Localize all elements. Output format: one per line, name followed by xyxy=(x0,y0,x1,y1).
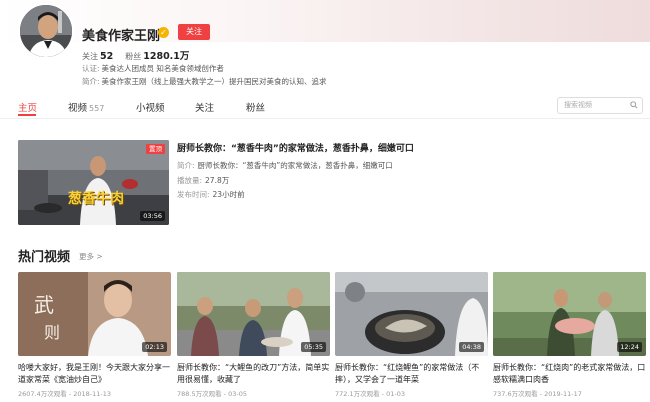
channel-stats: 关注 52 粉丝 1280.1万 xyxy=(82,48,189,62)
cert-label: 认证: xyxy=(82,64,100,73)
search-icon[interactable] xyxy=(630,101,638,109)
video-duration: 04:38 xyxy=(459,342,484,352)
svg-text:武: 武 xyxy=(34,293,54,317)
tab-following[interactable]: 关注 xyxy=(195,100,214,114)
video-card[interactable]: 04:38 厨师长教你：“红烧鲤鱼”的家常做法（不摔），又学会了一道年菜 772… xyxy=(335,272,488,398)
featured-intro: 简介: 厨师长教你：“葱香牛肉”的家常做法，葱香扑鼻，细嫩可口 xyxy=(177,160,393,171)
video-meta: 737.6万次观看 - 2019-11-17 xyxy=(493,390,582,398)
featured-time-label: 发布时间: xyxy=(177,190,210,199)
thumbnail-caption: 葱香牛肉 xyxy=(68,191,124,207)
video-thumbnail[interactable]: 武 则 02:13 xyxy=(18,272,171,356)
fans-label: 粉丝 xyxy=(125,52,142,61)
video-thumbnail[interactable]: 12:24 xyxy=(493,272,646,356)
tab-home[interactable]: 主页 xyxy=(18,100,37,114)
search-placeholder: 搜索视频 xyxy=(564,101,592,109)
verified-icon: ✓ xyxy=(158,27,169,38)
video-duration: 12:24 xyxy=(617,342,642,352)
tab-videos-count: 557 xyxy=(89,104,105,113)
tab-bar: 主页 视频 557 小视频 关注 粉丝 xyxy=(0,94,650,119)
video-title[interactable]: 厨师长教你：“红烧鲤鱼”的家常做法（不摔），又学会了一道年菜 xyxy=(335,362,488,386)
pinned-badge: 置顶 xyxy=(146,144,165,154)
tab-short-videos[interactable]: 小视频 xyxy=(136,100,165,114)
following-label: 关注 xyxy=(82,52,98,61)
active-tab-indicator xyxy=(18,114,36,116)
featured-intro-value: 厨师长教你：“葱香牛肉”的家常做法，葱香扑鼻，细嫩可口 xyxy=(197,161,393,170)
cert-value: 美食达人团成员 知名美食领域创作者 xyxy=(101,64,224,73)
video-thumbnail[interactable]: 04:38 xyxy=(335,272,488,356)
following-count[interactable]: 52 xyxy=(100,51,113,62)
tab-fans[interactable]: 粉丝 xyxy=(246,100,265,114)
featured-video-thumbnail[interactable]: 葱香牛肉 置顶 03:56 xyxy=(18,140,169,225)
video-meta: 772.1万次观看 - 01-03 xyxy=(335,390,405,398)
avatar[interactable] xyxy=(18,3,74,59)
video-duration: 05:35 xyxy=(301,342,326,352)
tab-short-videos-label: 小视频 xyxy=(136,103,165,114)
video-title[interactable]: 哈喽大家好，我是王刚！今天跟大家分享一道家常菜《宽油炒自己》 xyxy=(18,362,171,386)
featured-time-value: 23小时前 xyxy=(212,190,245,199)
video-thumbnail[interactable]: 05:35 xyxy=(177,272,330,356)
svg-text:则: 则 xyxy=(44,323,60,342)
fans-count[interactable]: 1280.1万 xyxy=(143,51,189,62)
video-duration: 02:13 xyxy=(142,342,167,352)
tab-home-label: 主页 xyxy=(18,103,38,114)
video-card[interactable]: 05:35 厨师长教你：“大鲤鱼的改刀”方法，简单实用很易懂，收藏了 788.5… xyxy=(177,272,330,398)
featured-video-title[interactable]: 厨师长教你：“葱香牛肉”的家常做法，葱香扑鼻，细嫩可口 xyxy=(177,141,414,154)
tab-videos[interactable]: 视频 557 xyxy=(68,100,104,114)
intro-line: 简介: 美食作家王刚（线上最强大教学之一）提升国民对美食的认知、追求 xyxy=(82,76,327,87)
featured-duration: 03:56 xyxy=(140,211,165,221)
featured-plays-value: 27.8万 xyxy=(205,176,230,185)
more-link[interactable]: 更多 > xyxy=(79,251,103,262)
intro-value: 美食作家王刚（线上最强大教学之一）提升国民对美食的认知、追求 xyxy=(101,77,327,86)
video-title[interactable]: 厨师长教你：“红烧肉”的老式家常做法，口感软糯满口肉香 xyxy=(493,362,646,386)
intro-label: 简介: xyxy=(82,77,100,86)
featured-time: 发布时间: 23小时前 xyxy=(177,189,245,200)
hot-videos-heading: 热门视频 xyxy=(18,250,71,265)
tab-following-label: 关注 xyxy=(195,103,215,114)
video-card[interactable]: 武 则 02:13 哈喽大家好，我是王刚！今天跟大家分享一道家常菜《宽油炒自己》… xyxy=(18,272,171,398)
featured-intro-label: 简介: xyxy=(177,161,195,170)
video-meta: 2607.4万次观看 - 2018-11-13 xyxy=(18,390,111,398)
tab-videos-label: 视频 xyxy=(68,103,88,114)
follow-button[interactable]: 关注 xyxy=(178,24,210,40)
certification-line: 认证: 美食达人团成员 知名美食领域创作者 xyxy=(82,63,224,74)
featured-plays: 播放量: 27.8万 xyxy=(177,175,229,186)
video-meta: 788.5万次观看 - 03-05 xyxy=(177,390,247,398)
search-input[interactable]: 搜索视频 xyxy=(557,97,643,114)
featured-plays-label: 播放量: xyxy=(177,176,203,185)
tab-fans-label: 粉丝 xyxy=(246,103,266,114)
video-card[interactable]: 12:24 厨师长教你：“红烧肉”的老式家常做法，口感软糯满口肉香 737.6万… xyxy=(493,272,646,398)
video-title[interactable]: 厨师长教你：“大鲤鱼的改刀”方法，简单实用很易懂，收藏了 xyxy=(177,362,330,386)
channel-name: 美食作家王刚 xyxy=(82,29,161,44)
